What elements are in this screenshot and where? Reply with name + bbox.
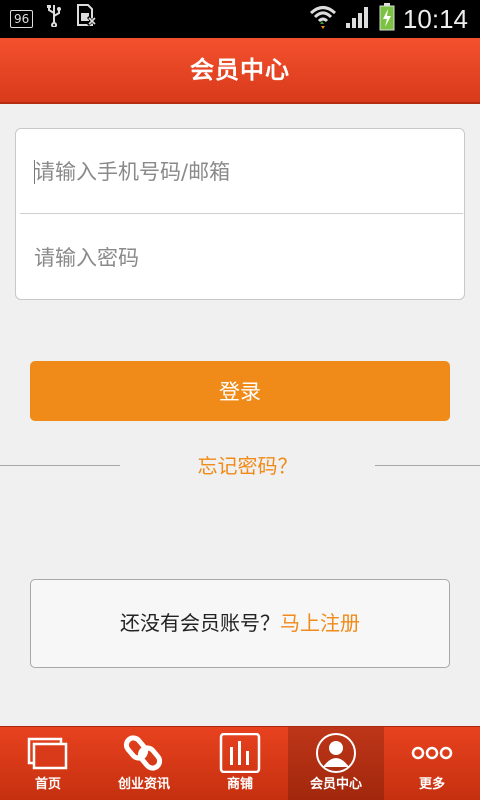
more-icon <box>409 733 455 773</box>
link-icon <box>121 733 167 773</box>
forgot-password-link[interactable]: 忘记密码？ <box>120 450 375 482</box>
tab-shops-label: 商铺 <box>226 777 253 792</box>
tab-more-label: 更多 <box>418 777 445 792</box>
tab-member-center[interactable]: 会员中心 <box>288 727 384 800</box>
divider-left <box>0 465 120 466</box>
tab-home[interactable]: 首页 <box>0 727 96 800</box>
app-header: 会员中心 <box>0 38 480 104</box>
wifi-icon <box>309 4 337 34</box>
chart-icon <box>217 732 263 774</box>
bottom-tab-bar: 首页 创业资讯 商铺 会员中心 更多 <box>0 726 480 800</box>
tab-member-center-label: 会员中心 <box>309 777 362 792</box>
password-field-row <box>16 215 464 300</box>
phone-email-input[interactable] <box>34 129 444 214</box>
login-button[interactable]: 登录 <box>30 361 450 421</box>
home-icon <box>25 733 71 773</box>
register-box: 还没有会员账号？马上注册 <box>30 579 450 668</box>
sim-icon <box>75 3 98 35</box>
clock: 10:14 <box>402 3 468 34</box>
page-title: 会员中心 <box>190 56 290 84</box>
battery-charging-icon <box>379 3 395 35</box>
tab-news[interactable]: 创业资讯 <box>96 727 192 800</box>
tab-news-label: 创业资讯 <box>117 777 170 792</box>
password-input[interactable] <box>34 215 444 300</box>
divider-right <box>375 465 480 466</box>
status-bar: 96 10:14 <box>0 0 480 38</box>
register-link[interactable]: 马上注册 <box>280 611 360 635</box>
tab-home-label: 首页 <box>34 777 61 792</box>
register-prompt: 还没有会员账号？ <box>120 611 280 635</box>
user-icon <box>313 733 359 773</box>
battery-level-badge: 96 <box>10 10 34 28</box>
tab-more[interactable]: 更多 <box>384 727 480 800</box>
login-form <box>15 128 465 300</box>
signal-icon <box>345 5 371 33</box>
usb-icon <box>45 3 63 35</box>
tab-shops[interactable]: 商铺 <box>192 727 288 800</box>
phone-field-row <box>20 129 463 214</box>
